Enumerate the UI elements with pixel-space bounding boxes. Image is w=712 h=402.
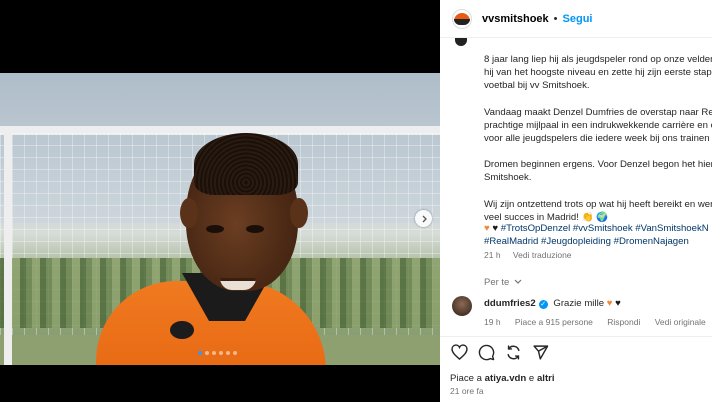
liked-by-user[interactable]: atiya.vdn xyxy=(485,373,527,384)
hashtags: ♥ ♥ #TrotsOpDenzel #vvSmitshoek #VanSmit… xyxy=(484,222,712,248)
commenter-avatar[interactable] xyxy=(452,296,472,316)
hashtag-line[interactable]: #TrotsOpDenzel #vvSmitshoek #VanSmitshoe… xyxy=(501,223,709,234)
comment-meta: 19 h Piace a 915 persone Rispondi Vedi o… xyxy=(484,317,712,327)
liked-by-prefix: Piace a xyxy=(450,373,485,384)
boy-eye-left xyxy=(206,225,224,233)
hashtag-line[interactable]: #RealMadrid #Jeugdopleiding #DromenNajag… xyxy=(484,236,689,247)
comment-body: ddumfries2 ✓ Grazie mille ♥ ♥ xyxy=(484,298,621,309)
caption-time: 21 h xyxy=(484,250,501,260)
for-you-dropdown[interactable]: Per te xyxy=(484,277,522,288)
caption-line: voor alle jeugdspelers die iedere week b… xyxy=(484,133,712,145)
caption-line: Vandaag maakt Denzel Dumfries de oversta… xyxy=(484,106,712,118)
post-photo xyxy=(0,73,440,365)
verified-icon: ✓ xyxy=(538,300,548,309)
boy-ear-right xyxy=(290,198,308,228)
like-button[interactable] xyxy=(450,343,468,361)
caption-line: prachtige mijlpaal in een indrukwekkende… xyxy=(484,119,712,131)
chevron-right-icon xyxy=(422,215,427,222)
boy-hair xyxy=(194,133,298,195)
carousel-dot xyxy=(212,351,216,355)
orange-heart-icon: ♥ xyxy=(606,298,613,309)
see-original-link[interactable]: Vedi originale xyxy=(655,317,706,327)
comment-likes[interactable]: Piace a 915 persone xyxy=(515,317,593,327)
carousel-dot xyxy=(219,351,223,355)
header-separator: • xyxy=(553,12,558,25)
liked-by-middle: e xyxy=(526,373,537,384)
caption-paragraph: 8 jaar lang liep hij als jeugdspeler ron… xyxy=(484,53,712,93)
account-avatar[interactable] xyxy=(452,8,472,29)
post-panel: vvsmitshoek • Segui 8 jaar lang liep hij… xyxy=(440,0,712,402)
post-caption: 8 jaar lang liep hij als jeugdspeler ron… xyxy=(484,53,712,237)
caption-line: voetbal bij vv Smitshoek. xyxy=(484,80,590,92)
post-media xyxy=(0,0,440,402)
comment-button[interactable] xyxy=(477,343,495,361)
caption-avatar[interactable] xyxy=(455,38,467,46)
caption-paragraph: Wij zijn ontzettend trots op wat hij hee… xyxy=(484,198,712,224)
share-button[interactable] xyxy=(531,343,549,361)
boy-ear-left xyxy=(180,198,198,228)
caption-line: Dromen beginnen ergens. Voor Denzel bego… xyxy=(484,159,712,171)
for-you-label: Per te xyxy=(484,277,510,288)
reply-button[interactable]: Rispondi xyxy=(607,317,640,327)
repost-icon xyxy=(506,344,520,360)
carousel-dot xyxy=(198,351,202,355)
carousel-dot xyxy=(233,351,237,355)
carousel-dot xyxy=(226,351,230,355)
carousel-dots xyxy=(198,351,237,355)
follow-button[interactable]: Segui xyxy=(563,13,593,25)
carousel-dot xyxy=(205,351,209,355)
see-translation-link[interactable]: Vedi traduzione xyxy=(513,250,572,260)
caption-paragraph: Vandaag maakt Denzel Dumfries de oversta… xyxy=(484,106,712,146)
club-badge xyxy=(170,321,194,339)
boy-eye-right xyxy=(246,225,264,233)
comment-text: Grazie mille xyxy=(553,298,605,309)
caption-line: hij van het hoogste niveau en zette hij … xyxy=(484,67,712,79)
black-heart-icon: ♥ xyxy=(615,298,621,309)
orange-heart-icon: ♥ xyxy=(484,223,490,234)
liked-by: Piace a atiya.vdn e altri xyxy=(450,373,555,384)
chevron-down-icon xyxy=(514,279,522,284)
goal-post xyxy=(4,126,12,365)
post-timestamp: 21 ore fa xyxy=(450,386,484,396)
caption-line: Smitshoek. xyxy=(484,172,532,184)
comment-icon xyxy=(478,344,494,360)
send-icon xyxy=(532,344,548,360)
caption-line: Wij zijn ontzettend trots op wat hij hee… xyxy=(484,198,712,210)
post-actions xyxy=(450,343,549,361)
caption-line: 8 jaar lang liep hij als jeugdspeler ron… xyxy=(484,54,712,65)
liked-by-others[interactable]: altri xyxy=(537,373,555,384)
post-header: vvsmitshoek • Segui xyxy=(440,0,712,38)
next-media-button[interactable] xyxy=(415,210,432,227)
actions-divider xyxy=(440,336,712,337)
comment-time: 19 h xyxy=(484,317,501,327)
caption-meta: 21 h Vedi traduzione xyxy=(484,250,582,260)
black-heart-icon: ♥ xyxy=(492,223,499,234)
account-username[interactable]: vvsmitshoek xyxy=(482,13,549,25)
repost-button[interactable] xyxy=(504,343,522,361)
commenter-username[interactable]: ddumfries2 xyxy=(484,298,536,309)
heart-icon xyxy=(450,344,468,360)
caption-paragraph: Dromen beginnen ergens. Voor Denzel bego… xyxy=(484,158,712,184)
